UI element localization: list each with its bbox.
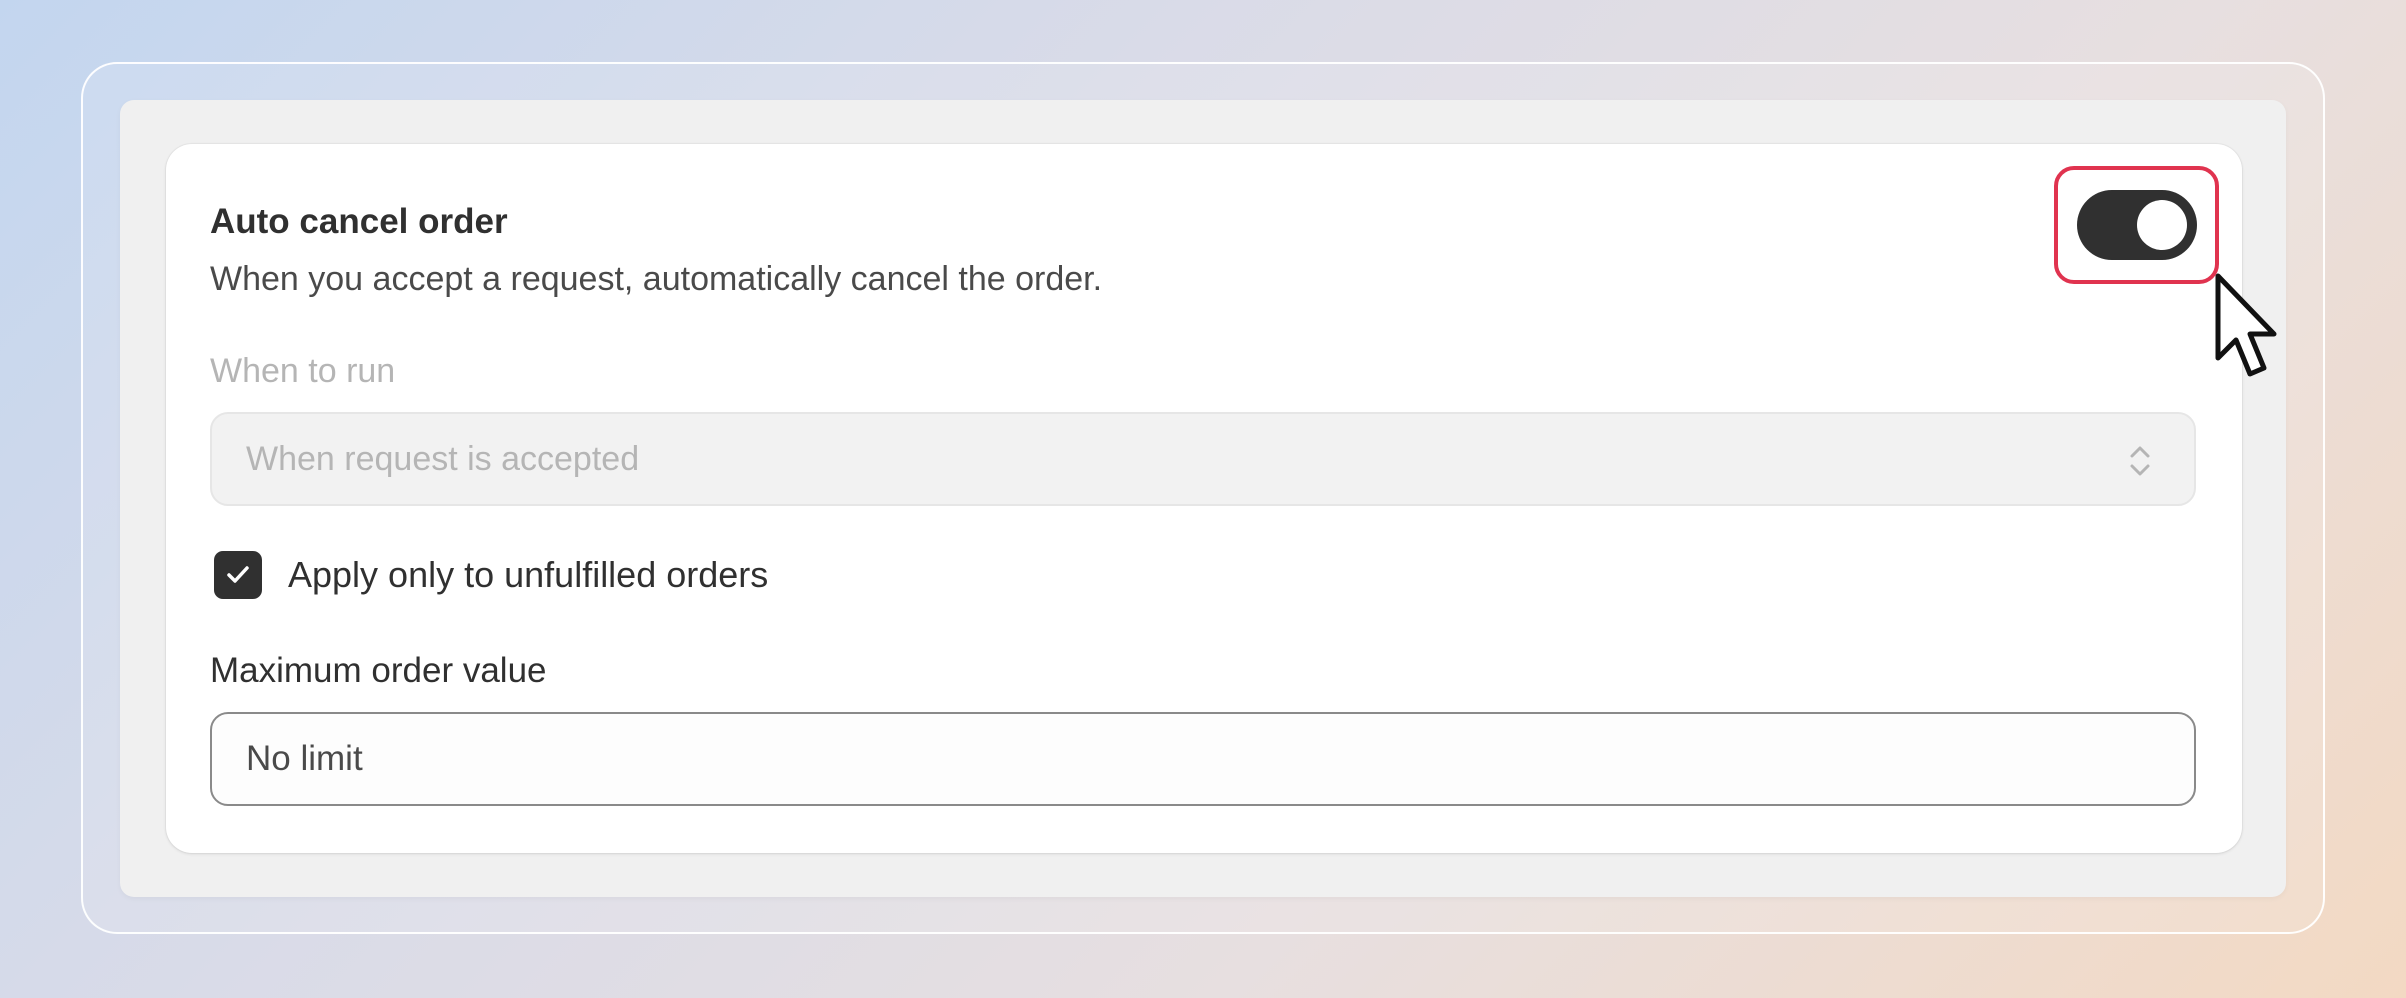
when-to-run-select[interactable]: When request is accepted xyxy=(210,412,2196,506)
max-order-value-input[interactable] xyxy=(210,712,2196,806)
when-to-run-selected-value: When request is accepted xyxy=(246,440,640,478)
mouse-pointer-icon xyxy=(2215,273,2277,377)
setting-title: Auto cancel order xyxy=(210,202,508,241)
toggle-knob xyxy=(2137,200,2187,250)
checkmark-icon xyxy=(227,566,249,583)
chevron-up-down-icon xyxy=(2130,446,2150,476)
max-order-value-label: Maximum order value xyxy=(210,651,547,690)
auto-cancel-toggle[interactable] xyxy=(2077,190,2197,260)
unfulfilled-only-label[interactable]: Apply only to unfulfilled orders xyxy=(288,551,768,599)
setting-description: When you accept a request, automatically… xyxy=(210,260,1103,298)
unfulfilled-only-checkbox[interactable] xyxy=(214,551,262,599)
when-to-run-label: When to run xyxy=(210,352,396,390)
